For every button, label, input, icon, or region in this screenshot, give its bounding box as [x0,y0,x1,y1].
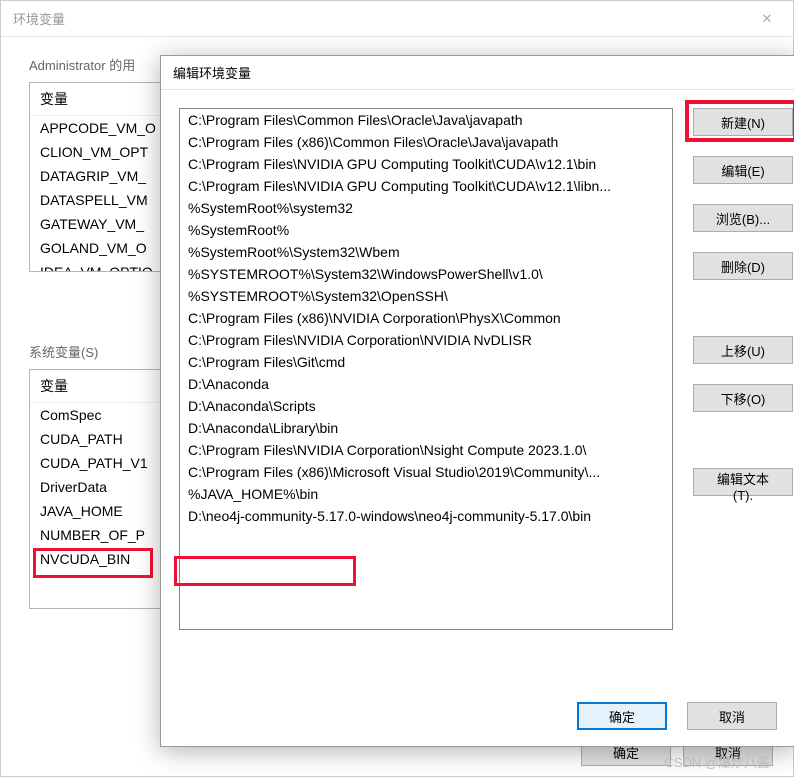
list-item[interactable]: C:\Program Files (x86)\Microsoft Visual … [180,461,672,483]
list-item[interactable]: D:\Anaconda\Library\bin [180,417,672,439]
list-item[interactable]: D:\Anaconda\Scripts [180,395,672,417]
list-item[interactable]: %JAVA_HOME%\bin [180,483,672,505]
list-item[interactable]: C:\Program Files\NVIDIA Corporation\NVID… [180,329,672,351]
front-button-column: 新建(N) 编辑(E) 浏览(B)... 删除(D) 上移(U) 下移(O) 编… [693,108,793,496]
list-item[interactable]: %SYSTEMROOT%\System32\WindowsPowerShell\… [180,263,672,285]
cancel-button[interactable]: 取消 [687,702,777,730]
browse-button[interactable]: 浏览(B)... [693,204,793,232]
edit-button[interactable]: 编辑(E) [693,156,793,184]
list-item[interactable]: %SystemRoot%\System32\Wbem [180,241,672,263]
path-entries-listbox[interactable]: C:\Program Files\Common Files\Oracle\Jav… [179,108,673,630]
move-up-button[interactable]: 上移(U) [693,336,793,364]
list-item[interactable]: C:\Program Files\Common Files\Oracle\Jav… [180,109,672,131]
back-titlebar: 环境变量 ✕ [1,1,793,37]
front-footer: 确定 取消 [577,702,777,730]
edit-env-var-dialog: 编辑环境变量 C:\Program Files\Common Files\Ora… [160,55,794,747]
list-item[interactable]: C:\Program Files (x86)\NVIDIA Corporatio… [180,307,672,329]
ok-button[interactable]: 确定 [577,702,667,730]
list-item[interactable]: C:\Program Files\NVIDIA GPU Computing To… [180,175,672,197]
front-titlebar: 编辑环境变量 [161,56,794,90]
list-item[interactable]: %SYSTEMROOT%\System32\OpenSSH\ [180,285,672,307]
watermark: CSDN @爆炒八酱 [664,752,770,771]
list-item[interactable]: D:\neo4j-community-5.17.0-windows\neo4j-… [180,505,672,527]
new-button[interactable]: 新建(N) [693,108,793,136]
list-item[interactable]: %SystemRoot%\system32 [180,197,672,219]
list-item[interactable]: C:\Program Files\Git\cmd [180,351,672,373]
edit-text-button[interactable]: 编辑文本(T). [693,468,793,496]
list-item[interactable]: C:\Program Files\NVIDIA Corporation\Nsig… [180,439,672,461]
delete-button[interactable]: 删除(D) [693,252,793,280]
list-item[interactable]: C:\Program Files (x86)\Common Files\Orac… [180,131,672,153]
list-item[interactable]: %SystemRoot% [180,219,672,241]
list-item[interactable]: C:\Program Files\NVIDIA GPU Computing To… [180,153,672,175]
front-title: 编辑环境变量 [173,63,251,82]
back-title: 环境变量 [13,9,65,28]
list-item[interactable]: D:\Anaconda [180,373,672,395]
close-icon[interactable]: ✕ [753,5,781,33]
move-down-button[interactable]: 下移(O) [693,384,793,412]
